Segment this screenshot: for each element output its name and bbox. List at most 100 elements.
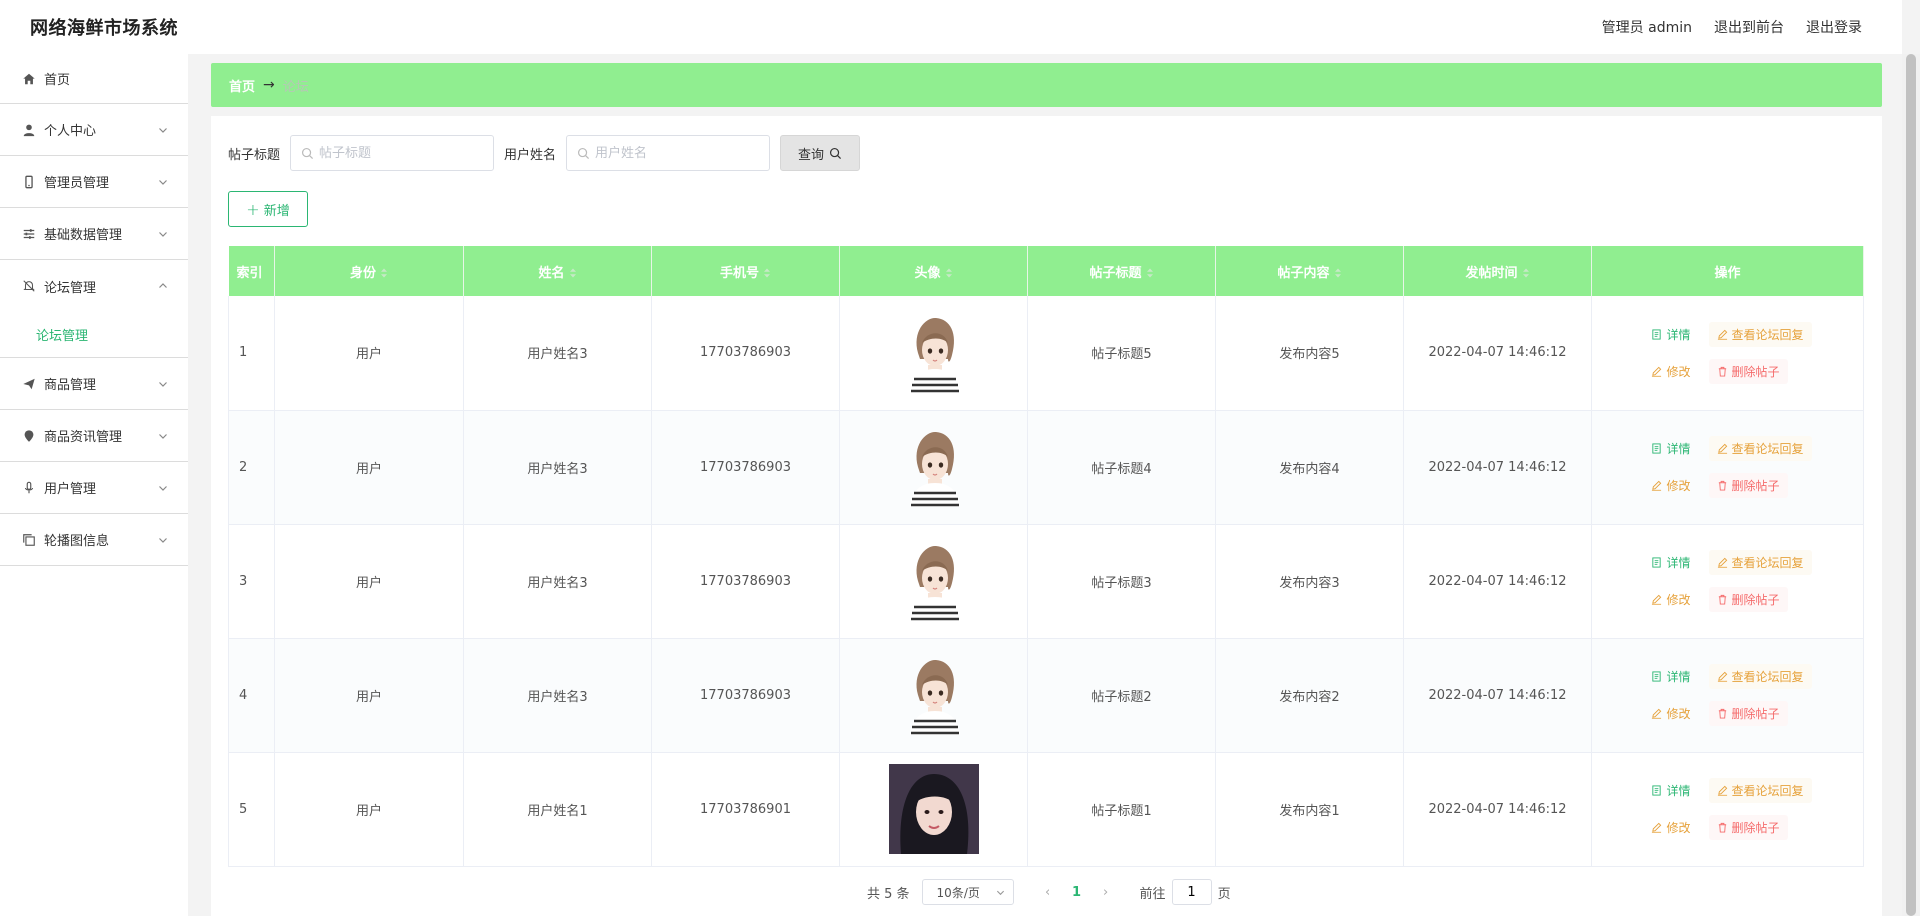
sidebar-item-users[interactable]: 用户管理 [0, 462, 188, 514]
cell-ops: 详情 查看论坛回复 修改 删除帖子 [1591, 524, 1864, 639]
view-replies-button[interactable]: 查看论坛回复 [1708, 778, 1812, 803]
edit-button[interactable]: 修改 [1643, 815, 1698, 840]
edit-icon [1652, 594, 1662, 605]
cell-avatar [839, 752, 1028, 867]
avatar-image [909, 545, 960, 621]
avatar-image [909, 317, 960, 393]
query-button[interactable]: 查询 [780, 135, 861, 171]
sidebar-item-profile[interactable]: 个人中心 [0, 104, 188, 156]
table-row: 3 用户 用户姓名3 17703786903 帖子标题3 发布内容3 2022-… [228, 524, 1864, 639]
cell-title: 帖子标题2 [1027, 638, 1216, 753]
breadcrumb: 首页 → 论坛 [211, 63, 1882, 107]
sidebar-item-forum[interactable]: 论坛管理 [0, 260, 188, 312]
detail-button[interactable]: 详情 [1643, 436, 1698, 461]
view-replies-button[interactable]: 查看论坛回复 [1708, 664, 1812, 689]
delete-button[interactable]: 删除帖子 [1708, 701, 1788, 726]
cell-avatar [839, 410, 1028, 525]
sort-icon[interactable] [1146, 268, 1154, 278]
reply-label: 查看论坛回复 [1731, 327, 1804, 342]
goto-page-input[interactable] [1171, 879, 1212, 905]
sidebar-item-label: 用户管理 [44, 482, 97, 497]
breadcrumb-home[interactable]: 首页 [229, 76, 255, 95]
cell-ops: 详情 查看论坛回复 修改 删除帖子 [1591, 296, 1864, 411]
edit-button[interactable]: 修改 [1643, 587, 1698, 612]
sort-icon[interactable] [380, 268, 388, 278]
view-replies-button[interactable]: 查看论坛回复 [1708, 321, 1812, 347]
row-actions: 详情 查看论坛回复 修改 删除帖子 [1592, 778, 1863, 840]
sort-icon[interactable] [569, 268, 577, 278]
delete-button[interactable]: 删除帖子 [1708, 473, 1788, 498]
page-size-select[interactable]: 10条/页 [921, 879, 1014, 905]
detail-button[interactable]: 详情 [1643, 550, 1698, 575]
edit-button[interactable]: 修改 [1643, 359, 1698, 384]
header-label: 姓名 [538, 265, 565, 281]
delete-label: 删除帖子 [1731, 364, 1780, 379]
edit-button[interactable]: 修改 [1643, 473, 1698, 498]
detail-label: 详情 [1666, 442, 1691, 456]
cell-role: 用户 [274, 410, 464, 525]
name-search-label: 用户姓名 [504, 147, 557, 163]
header-ops: 操作 [1591, 246, 1864, 296]
sidebar-subitem-forum-manage[interactable]: 论坛管理 [0, 312, 188, 358]
trash-icon [1718, 822, 1726, 833]
detail-button[interactable]: 详情 [1643, 664, 1698, 689]
page-scrollbar[interactable] [1902, 54, 1920, 916]
cell-time: 2022-04-07 14:46:12 [1403, 296, 1592, 411]
prev-page-button[interactable]: ‹ [1034, 885, 1062, 900]
header-name[interactable]: 姓名 [463, 246, 652, 296]
header-index: 索引 [228, 246, 275, 296]
sidebar-item-label: 商品管理 [44, 378, 97, 393]
sidebar-item-admins[interactable]: 管理员管理 [0, 156, 188, 208]
sidebar-item-goods[interactable]: 商品管理 [0, 358, 188, 410]
edit-button[interactable]: 修改 [1643, 701, 1698, 726]
add-button-label: 新增 [263, 203, 290, 219]
header-avatar[interactable]: 头像 [839, 246, 1028, 296]
page-suffix: 页 [1217, 886, 1231, 902]
sidebar-item-goods-news[interactable]: 商品资讯管理 [0, 410, 188, 462]
bell-off-icon [22, 279, 36, 293]
sidebar-item-base-data[interactable]: 基础数据管理 [0, 208, 188, 260]
sidebar-item-carousel[interactable]: 轮播图信息 [0, 514, 188, 566]
detail-button[interactable]: 详情 [1643, 322, 1698, 347]
document-icon [1652, 785, 1662, 796]
sort-icon[interactable] [1522, 268, 1530, 278]
row-actions: 详情 查看论坛回复 修改 删除帖子 [1592, 664, 1863, 726]
view-replies-button[interactable]: 查看论坛回复 [1708, 550, 1812, 575]
header-label: 手机号 [719, 265, 759, 281]
header-phone[interactable]: 手机号 [651, 246, 840, 296]
current-user: 管理员 admin [1601, 20, 1692, 36]
sort-icon[interactable] [945, 268, 953, 278]
delete-button[interactable]: 删除帖子 [1708, 815, 1788, 840]
detail-label: 详情 [1666, 327, 1691, 342]
next-page-button[interactable]: › [1092, 885, 1120, 900]
page-number-1[interactable]: 1 [1062, 885, 1092, 900]
detail-button[interactable]: 详情 [1643, 778, 1698, 803]
forum-table: 索引 身份 姓名 手机号 头像 帖子标题 帖子内容 发帖时间 操作 1 用户 用… [228, 246, 1864, 867]
cell-index: 4 [228, 638, 275, 753]
header-role[interactable]: 身份 [274, 246, 464, 296]
view-replies-button[interactable]: 查看论坛回复 [1708, 436, 1812, 461]
delete-button[interactable]: 删除帖子 [1708, 587, 1788, 612]
cell-content: 发布内容4 [1215, 410, 1404, 525]
sort-icon[interactable] [1334, 268, 1342, 278]
header-content[interactable]: 帖子内容 [1215, 246, 1404, 296]
reply-label: 查看论坛回复 [1731, 442, 1804, 456]
edit-label: 修改 [1666, 707, 1691, 721]
page-jump: 前往 页 [1140, 879, 1231, 905]
front-link[interactable]: 退出到前台 [1714, 17, 1784, 37]
title-search-input[interactable] [319, 145, 480, 161]
name-search-input[interactable] [595, 145, 756, 161]
chevron-down-icon [996, 890, 1004, 895]
sidebar-item-home[interactable]: 首页 [0, 54, 188, 104]
edit-icon [1652, 366, 1662, 377]
logout-link[interactable]: 退出登录 [1806, 17, 1862, 37]
sort-icon[interactable] [763, 268, 771, 278]
delete-button[interactable]: 删除帖子 [1708, 358, 1788, 384]
scrollbar-thumb[interactable] [1906, 54, 1916, 916]
add-button[interactable]: + 新增 [228, 191, 308, 227]
avatar-image [909, 659, 960, 735]
header-time[interactable]: 发帖时间 [1403, 246, 1592, 296]
header-actions: 管理员 admin 退出到前台 退出登录 [1602, 17, 1862, 37]
page-size-value: 10条/页 [936, 885, 980, 900]
header-title[interactable]: 帖子标题 [1027, 246, 1216, 296]
